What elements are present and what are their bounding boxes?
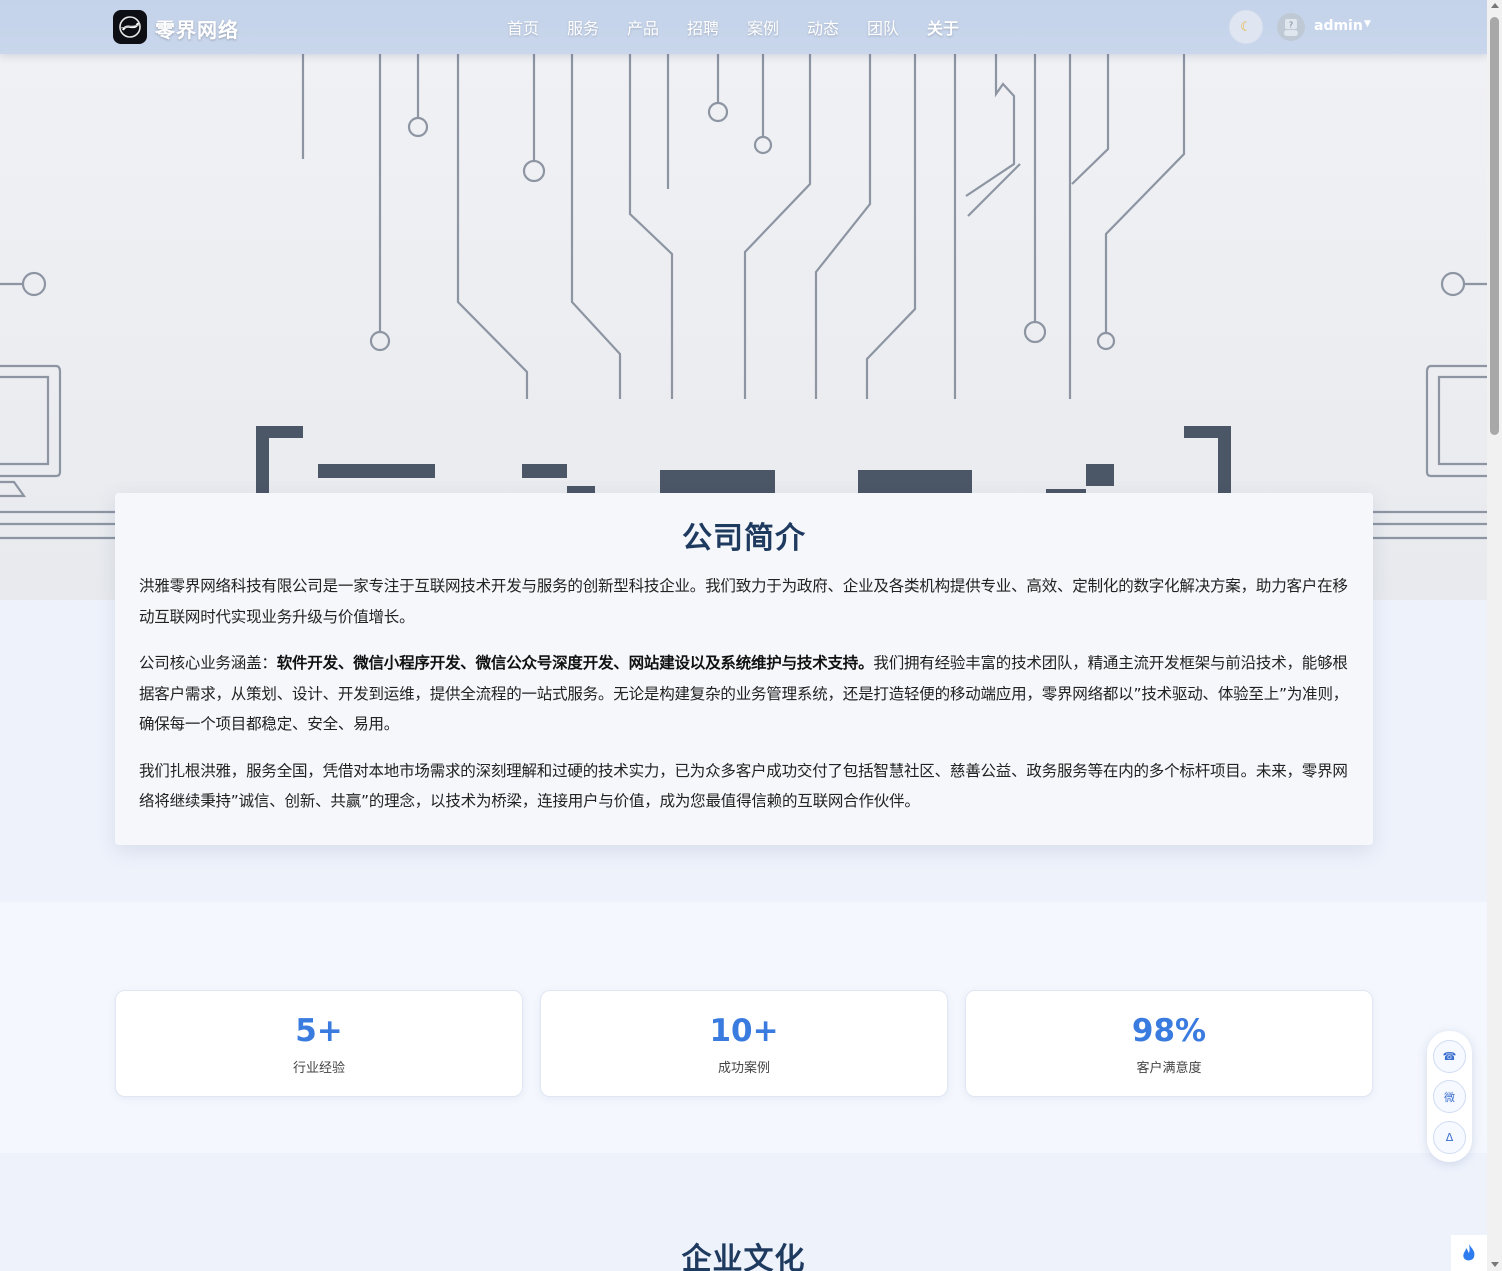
logo-icon[interactable] — [113, 10, 147, 44]
stat-label: 行业经验 — [292, 1061, 345, 1076]
stat-label: 成功案例 — [717, 1061, 770, 1076]
stat-value: 5+ — [295, 1013, 343, 1049]
phone-icon[interactable]: ☎ — [1433, 1040, 1466, 1073]
svg-text:?: ? — [1289, 21, 1293, 30]
stat-label: 客户满意度 — [1136, 1061, 1202, 1076]
top-navbar: 零界网络 首页 服务 产品 招聘 案例 动态 团队 关于 ☾ ? admin ▼ — [0, 0, 1487, 54]
intro-p2-prefix: 公司核心业务涵盖： — [139, 654, 277, 672]
user-avatar[interactable]: ? — [1277, 13, 1305, 41]
nav-item-home[interactable]: 首页 — [493, 15, 553, 39]
nav-item-services[interactable]: 服务 — [553, 15, 613, 39]
stat-card-satisfaction: 98% 客户满意度 — [965, 990, 1373, 1097]
nav-item-about[interactable]: 关于 — [913, 15, 973, 39]
scroll-down-arrow-icon[interactable] — [1491, 1262, 1499, 1267]
intro-p2-highlight: 软件开发、微信小程序开发、微信公众号深度开发、网站建设以及系统维护与技术支持。 — [276, 654, 874, 672]
flame-icon[interactable] — [1451, 1235, 1487, 1271]
chevron-down-icon[interactable]: ▼ — [1364, 19, 1371, 29]
main-nav: 首页 服务 产品 招聘 案例 动态 团队 关于 — [493, 0, 973, 54]
stat-value: 10+ — [709, 1013, 779, 1049]
moon-icon: ☾ — [1240, 19, 1252, 35]
page-scrollbar[interactable] — [1487, 0, 1502, 1271]
nav-item-news[interactable]: 动态 — [793, 15, 853, 39]
culture-title: 企业文化 — [681, 1242, 806, 1271]
scroll-thumb[interactable] — [1490, 17, 1499, 435]
floating-toolbar: ☎ 微 ᐃ — [1427, 1031, 1472, 1162]
stats-section: 5+ 行业经验 10+ 成功案例 98% 客户满意度 — [0, 902, 1487, 1153]
user-name[interactable]: admin — [1314, 18, 1363, 34]
stat-value: 98% — [1131, 1013, 1207, 1049]
nav-item-team[interactable]: 团队 — [853, 15, 913, 39]
stat-card-experience: 5+ 行业经验 — [115, 990, 523, 1097]
intro-title: 公司简介 — [682, 521, 806, 556]
nav-item-cases[interactable]: 案例 — [733, 15, 793, 39]
nav-item-products[interactable]: 产品 — [613, 15, 673, 39]
intro-paragraph-1: 洪雅零界网络科技有限公司是一家专注于互联网技术开发与服务的创新型科技企业。我们致… — [139, 577, 1348, 626]
theme-toggle-button[interactable]: ☾ — [1229, 10, 1263, 44]
wechat-icon[interactable]: 微 — [1433, 1080, 1466, 1113]
scroll-up-arrow-icon[interactable] — [1491, 3, 1499, 8]
back-to-top-icon[interactable]: ᐃ — [1433, 1121, 1466, 1154]
intro-paragraph-3: 我们扎根洪雅，服务全国，凭借对本地市场需求的深刻理解和过硬的技术实力，已为众多客… — [139, 761, 1348, 811]
intro-paragraph-2: 公司核心业务涵盖：软件开发、微信小程序开发、微信公众号深度开发、网站建设以及系统… — [139, 648, 1349, 740]
nav-item-recruitment[interactable]: 招聘 — [673, 15, 733, 39]
avatar-placeholder-icon: ? — [1284, 19, 1298, 36]
brand-name[interactable]: 零界网络 — [155, 14, 239, 43]
company-intro-card: 公司简介 洪雅零界网络科技有限公司是一家专注于互联网技术开发与服务的创新型科技企… — [115, 493, 1373, 845]
stat-card-cases: 10+ 成功案例 — [540, 990, 948, 1097]
